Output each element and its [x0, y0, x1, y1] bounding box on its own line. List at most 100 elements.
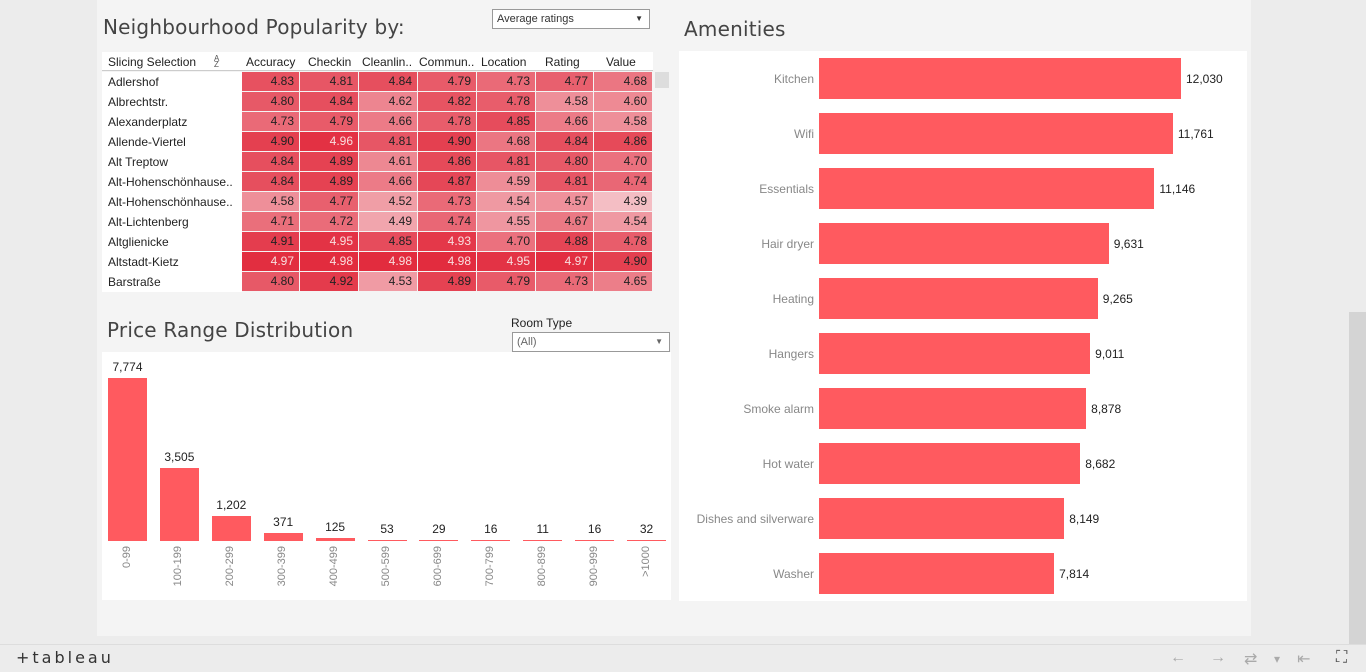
table-cell[interactable]: 4.70 [594, 152, 652, 171]
table-cell[interactable]: 4.71 [242, 212, 299, 231]
revert-menu-icon[interactable]: ▾ [1274, 652, 1280, 666]
table-cell[interactable]: 4.82 [418, 92, 476, 111]
neighbourhood-label[interactable]: Albrechtstr. [108, 95, 168, 109]
column-header[interactable]: Value [606, 55, 636, 69]
table-cell[interactable]: 4.91 [242, 232, 299, 251]
price-bar[interactable] [367, 539, 407, 541]
price-bar[interactable] [627, 540, 666, 541]
table-cell[interactable]: 4.89 [300, 152, 358, 171]
table-cell[interactable]: 4.79 [477, 272, 535, 291]
amenity-bar[interactable] [819, 333, 1091, 374]
table-cell[interactable]: 4.90 [594, 252, 652, 271]
room-type-dropdown[interactable]: (All) ▼ [512, 332, 670, 352]
revert-icon[interactable]: ⇄ [1244, 649, 1257, 669]
table-cell[interactable]: 4.70 [477, 232, 535, 251]
table-cell[interactable]: 4.87 [418, 172, 476, 191]
table-cell[interactable]: 4.79 [418, 72, 476, 91]
tableau-logo[interactable]: +tableau [16, 648, 114, 667]
table-cell[interactable]: 4.98 [359, 252, 417, 271]
column-header[interactable]: Checkin [308, 55, 351, 69]
table-cell[interactable]: 4.66 [359, 112, 417, 131]
price-bar[interactable] [419, 540, 459, 541]
neighbourhood-label[interactable]: Barstraße [108, 275, 161, 289]
table-cell[interactable]: 4.52 [359, 192, 417, 211]
table-cell[interactable]: 4.73 [477, 72, 535, 91]
table-cell[interactable]: 4.58 [594, 112, 652, 131]
table-cell[interactable]: 4.90 [242, 132, 299, 151]
column-header[interactable]: Accuracy [246, 55, 295, 69]
table-cell[interactable]: 4.65 [594, 272, 652, 291]
table-cell[interactable]: 4.90 [418, 132, 476, 151]
redo-icon[interactable]: → [1210, 649, 1226, 667]
price-bar[interactable] [523, 540, 563, 541]
table-cell[interactable]: 4.54 [594, 212, 652, 231]
table-cell[interactable]: 4.92 [300, 272, 358, 291]
table-cell[interactable]: 4.93 [418, 232, 476, 251]
price-bar[interactable] [471, 540, 511, 541]
price-bar[interactable] [159, 467, 199, 541]
neighbourhood-label[interactable]: Alt-Hohenschönhause.. [108, 195, 233, 209]
table-cell[interactable]: 4.73 [536, 272, 593, 291]
price-bar[interactable] [315, 538, 355, 541]
table-cell[interactable]: 4.95 [300, 232, 358, 251]
neighbourhood-label[interactable]: Altstadt-Kietz [108, 255, 179, 269]
neighbourhood-label[interactable]: Allende-Viertel [108, 135, 186, 149]
table-cell[interactable]: 4.81 [300, 72, 358, 91]
price-bar[interactable] [263, 533, 303, 541]
table-cell[interactable]: 4.66 [359, 172, 417, 191]
table-cell[interactable]: 4.79 [300, 112, 358, 131]
neighbourhood-label[interactable]: Alexanderplatz [108, 115, 187, 129]
table-cell[interactable]: 4.88 [536, 232, 593, 251]
amenity-bar[interactable] [819, 58, 1181, 99]
table-cell[interactable]: 4.86 [594, 132, 652, 151]
table-cell[interactable]: 4.98 [300, 252, 358, 271]
neighbourhood-label[interactable]: Adlershof [108, 75, 159, 89]
vertical-scrollbar[interactable] [1349, 312, 1366, 644]
table-cell[interactable]: 4.81 [536, 172, 593, 191]
table-cell[interactable]: 4.78 [418, 112, 476, 131]
table-cell[interactable]: 4.68 [594, 72, 652, 91]
column-header[interactable]: Commun.. [419, 55, 474, 69]
table-cell[interactable]: 4.97 [536, 252, 593, 271]
neighbourhood-label[interactable]: Altglienicke [108, 235, 169, 249]
sort-icon[interactable]: AZ [214, 55, 219, 69]
table-cell[interactable]: 4.84 [536, 132, 593, 151]
table-cell[interactable]: 4.81 [477, 152, 535, 171]
amenity-bar[interactable] [819, 553, 1055, 594]
undo-icon[interactable]: ← [1170, 649, 1186, 667]
price-bar[interactable] [108, 378, 147, 541]
table-cell[interactable]: 4.58 [536, 92, 593, 111]
table-cell[interactable]: 4.77 [300, 192, 358, 211]
table-cell[interactable]: 4.86 [418, 152, 476, 171]
neighbourhood-label[interactable]: Alt-Lichtenberg [108, 215, 189, 229]
table-cell[interactable]: 4.73 [418, 192, 476, 211]
table-cell[interactable]: 4.60 [594, 92, 652, 111]
amenity-bar[interactable] [819, 168, 1155, 209]
table-cell[interactable]: 4.83 [242, 72, 299, 91]
table-cell[interactable]: 4.80 [242, 92, 299, 111]
amenity-bar[interactable] [819, 388, 1087, 429]
table-cell[interactable]: 4.62 [359, 92, 417, 111]
table-cell[interactable]: 4.81 [359, 132, 417, 151]
table-cell[interactable]: 4.96 [300, 132, 358, 151]
table-cell[interactable]: 4.53 [359, 272, 417, 291]
table-cell[interactable]: 4.95 [477, 252, 535, 271]
fullscreen-icon[interactable]: ⛶ [1336, 649, 1347, 667]
table-cell[interactable]: 4.85 [359, 232, 417, 251]
table-cell[interactable]: 4.73 [242, 112, 299, 131]
table-cell[interactable]: 4.84 [242, 152, 299, 171]
neighbourhood-label[interactable]: Alt Treptow [108, 155, 168, 169]
column-header[interactable]: Location [481, 55, 526, 69]
amenity-bar[interactable] [819, 278, 1098, 319]
table-cell[interactable]: 4.84 [300, 92, 358, 111]
table-cell[interactable]: 4.57 [536, 192, 593, 211]
column-header[interactable]: Cleanlin.. [362, 55, 412, 69]
price-bar[interactable] [211, 515, 251, 541]
neighbourhood-label[interactable]: Alt-Hohenschönhause.. [108, 175, 233, 189]
table-cell[interactable]: 4.72 [300, 212, 358, 231]
table-cell[interactable]: 4.74 [418, 212, 476, 231]
table-cell[interactable]: 4.84 [359, 72, 417, 91]
table-cell[interactable]: 4.68 [477, 132, 535, 151]
amenity-bar[interactable] [819, 443, 1081, 484]
table-cell[interactable]: 4.59 [477, 172, 535, 191]
